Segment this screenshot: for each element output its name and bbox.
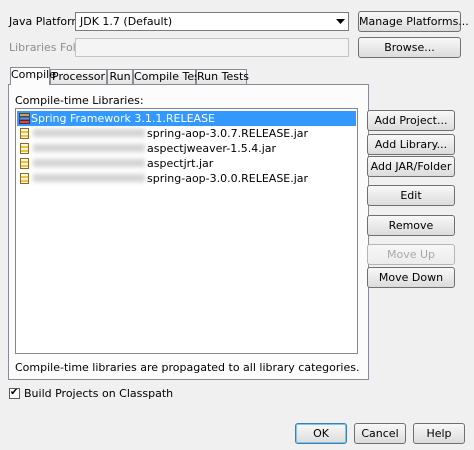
remove-button[interactable]: Remove bbox=[367, 215, 455, 236]
jar-file-icon bbox=[19, 128, 30, 139]
add-jar-folder-button[interactable]: Add JAR/Folder bbox=[367, 156, 455, 177]
redacted-path bbox=[33, 144, 145, 152]
list-item[interactable]: aspectjweaver-1.5.4.jar bbox=[17, 141, 356, 156]
tab-compile[interactable]: Compile bbox=[10, 67, 56, 85]
build-projects-label: Build Projects on Classpath bbox=[24, 387, 174, 400]
cancel-button[interactable]: Cancel bbox=[354, 423, 406, 444]
java-platform-value: JDK 1.7 (Default) bbox=[80, 15, 173, 28]
list-item-label: aspectjrt.jar bbox=[147, 157, 214, 170]
checkmark-icon: ✔ bbox=[10, 387, 19, 398]
redacted-path bbox=[33, 159, 145, 167]
jar-file-icon bbox=[19, 173, 30, 184]
tab-compile-tests[interactable]: Compile Tests bbox=[133, 69, 210, 84]
redacted-path bbox=[33, 129, 145, 137]
jar-file-icon bbox=[19, 143, 30, 154]
add-project-button[interactable]: Add Project... bbox=[367, 110, 455, 131]
list-item-label: spring-aop-3.0.7.RELEASE.jar bbox=[147, 127, 309, 140]
list-item[interactable]: aspectjrt.jar bbox=[17, 156, 356, 171]
help-button[interactable]: Help bbox=[413, 423, 465, 444]
libraries-folder-field[interactable] bbox=[75, 38, 349, 57]
build-projects-checkbox[interactable]: ✔ bbox=[9, 387, 20, 399]
tab-run[interactable]: Run bbox=[107, 69, 133, 84]
browse-button[interactable]: Browse... bbox=[358, 37, 461, 58]
list-item-label: spring-aop-3.0.0.RELEASE.jar bbox=[147, 172, 309, 185]
chevron-down-icon[interactable] bbox=[332, 13, 348, 30]
list-item[interactable]: spring-aop-3.0.7.RELEASE.jar bbox=[17, 126, 356, 141]
list-item[interactable]: Spring Framework 3.1.1.RELEASE bbox=[17, 111, 356, 126]
java-platform-select[interactable]: JDK 1.7 (Default) bbox=[75, 12, 349, 31]
edit-button[interactable]: Edit bbox=[367, 185, 455, 206]
list-item-label: Spring Framework 3.1.1.RELEASE bbox=[31, 112, 215, 125]
redacted-path bbox=[33, 174, 145, 182]
move-up-button[interactable]: Move Up bbox=[367, 244, 455, 265]
add-library-button[interactable]: Add Library... bbox=[367, 134, 455, 155]
manage-platforms-button[interactable]: Manage Platforms... bbox=[358, 11, 469, 32]
compile-libraries-label: Compile-time Libraries: bbox=[15, 94, 144, 107]
propagation-note: Compile-time libraries are propagated to… bbox=[15, 361, 360, 374]
ok-button[interactable]: OK bbox=[295, 423, 347, 444]
jar-file-icon bbox=[19, 158, 30, 169]
list-item[interactable]: spring-aop-3.0.0.RELEASE.jar bbox=[17, 171, 356, 186]
tab-run-tests[interactable]: Run Tests bbox=[196, 69, 249, 84]
library-icon bbox=[19, 113, 30, 124]
compile-libraries-list[interactable]: Spring Framework 3.1.1.RELEASE spring-ao… bbox=[15, 108, 358, 354]
tab-processor[interactable]: Processor bbox=[50, 69, 107, 84]
list-item-label: aspectjweaver-1.5.4.jar bbox=[147, 142, 277, 155]
move-down-button[interactable]: Move Down bbox=[367, 267, 455, 288]
